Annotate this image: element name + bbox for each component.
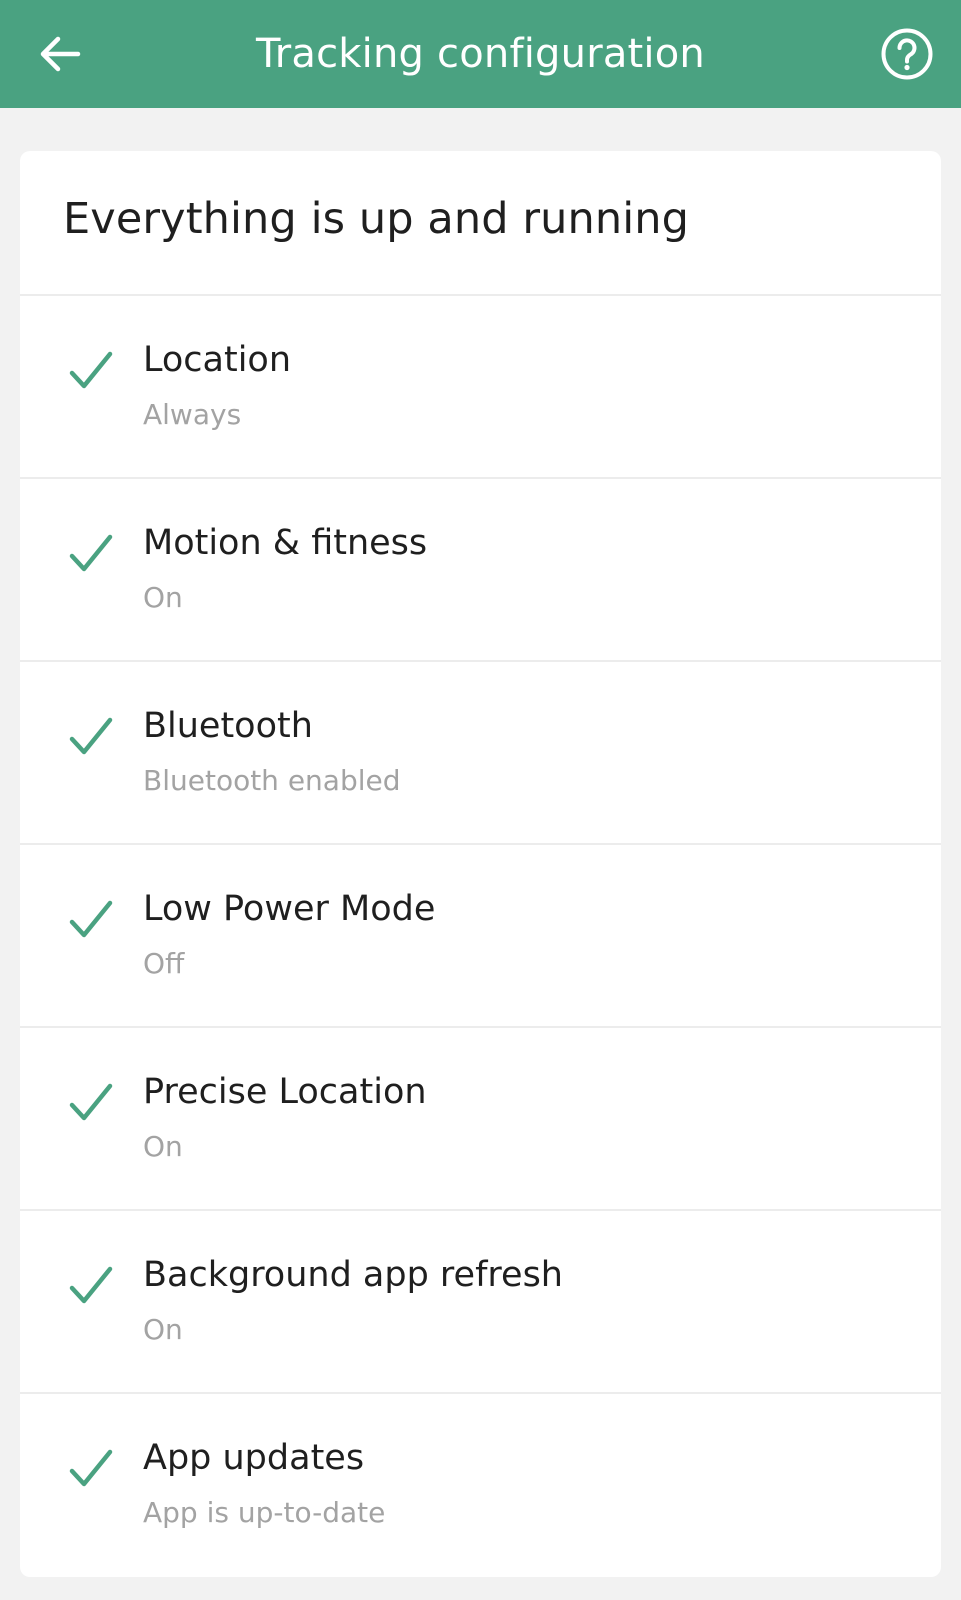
- list-item-low-power-mode[interactable]: Low Power Mode Off: [20, 845, 941, 1028]
- app-bar: Tracking configuration: [0, 0, 961, 108]
- list-item-value: Off: [143, 947, 185, 980]
- checkmark-icon: [69, 717, 113, 755]
- page-title: Tracking configuration: [256, 31, 705, 77]
- checkmark-icon: [69, 1266, 113, 1304]
- list-item-motion-fitness[interactable]: Motion & fitness On: [20, 479, 941, 662]
- status-heading: Everything is up and running: [63, 193, 690, 244]
- tracking-status-card: Everything is up and running Location Al…: [20, 151, 941, 1577]
- list-item-label: Location: [143, 340, 292, 380]
- list-item-label: App updates: [143, 1438, 365, 1478]
- status-header: Everything is up and running: [20, 151, 941, 296]
- list-item-location[interactable]: Location Always: [20, 296, 941, 479]
- checkmark-icon: [69, 1083, 113, 1121]
- list-item-bluetooth[interactable]: Bluetooth Bluetooth enabled: [20, 662, 941, 845]
- checkmark-icon: [69, 1449, 113, 1487]
- list-item-precise-location[interactable]: Precise Location On: [20, 1028, 941, 1211]
- checkmark-icon: [69, 900, 113, 938]
- checkmark-icon: [69, 351, 113, 389]
- list-item-value: Always: [143, 398, 242, 431]
- help-button[interactable]: [879, 26, 935, 82]
- list-item-value: On: [143, 1313, 183, 1346]
- list-item-label: Background app refresh: [143, 1255, 563, 1295]
- list-item-value: Bluetooth enabled: [143, 764, 401, 797]
- list-item-background-app-refresh[interactable]: Background app refresh On: [20, 1211, 941, 1394]
- list-item-label: Low Power Mode: [143, 889, 436, 929]
- list-item-value: App is up-to-date: [143, 1496, 386, 1529]
- checkmark-icon: [69, 534, 113, 572]
- list-item-app-updates[interactable]: App updates App is up-to-date: [20, 1394, 941, 1577]
- question-circle-icon: [881, 28, 933, 80]
- list-item-value: On: [143, 1130, 183, 1163]
- list-item-label: Precise Location: [143, 1072, 427, 1112]
- list-item-label: Bluetooth: [143, 706, 313, 746]
- list-item-label: Motion & fitness: [143, 523, 428, 563]
- list-item-value: On: [143, 581, 183, 614]
